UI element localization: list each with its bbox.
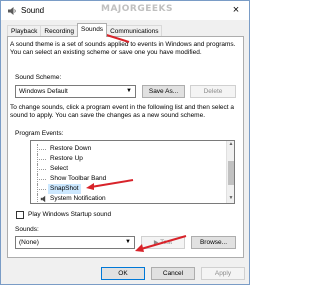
sound-scheme-label: Sound Scheme: bbox=[15, 74, 62, 81]
speaker-icon bbox=[8, 7, 16, 15]
startup-sound-label: Play Windows Startup sound bbox=[28, 211, 112, 218]
scrollbar[interactable]: ▲ ▼ bbox=[226, 141, 234, 203]
cancel-button[interactable]: Cancel bbox=[151, 267, 195, 280]
startup-sound-checkbox[interactable] bbox=[16, 211, 24, 219]
annotation-arrow-icon bbox=[86, 179, 134, 190]
list-item[interactable]: Restore Down bbox=[31, 144, 226, 154]
sound-scheme-value: Windows Default bbox=[19, 88, 68, 95]
program-events-list[interactable]: Restore Down Restore Up Select Show Tool… bbox=[30, 140, 235, 204]
sound-dialog: Sound MAJORGEEKS × Playback Recording So… bbox=[0, 0, 250, 285]
scroll-down-icon[interactable]: ▼ bbox=[227, 195, 234, 203]
ok-button[interactable]: OK bbox=[101, 267, 145, 280]
sound-scheme-select[interactable]: Windows Default ▼ bbox=[15, 85, 136, 98]
list-item[interactable]: System Notification bbox=[31, 194, 226, 203]
window-title: Sound bbox=[21, 6, 45, 15]
events-description: To change sounds, click a program event … bbox=[10, 104, 235, 119]
speaker-icon bbox=[40, 195, 46, 203]
sounds-label: Sounds: bbox=[15, 226, 39, 233]
browse-button[interactable]: Browse... bbox=[191, 236, 236, 249]
chevron-down-icon: ▼ bbox=[125, 239, 131, 245]
watermark: MAJORGEEKS bbox=[101, 4, 173, 14]
scroll-thumb[interactable] bbox=[228, 161, 234, 185]
chevron-down-icon: ▼ bbox=[126, 88, 132, 94]
list-item[interactable]: Restore Up bbox=[31, 154, 226, 164]
save-as-button[interactable]: Save As... bbox=[142, 85, 185, 98]
delete-button[interactable]: Delete bbox=[190, 85, 236, 98]
list-item[interactable]: Select bbox=[31, 164, 226, 174]
apply-button[interactable]: Apply bbox=[201, 267, 245, 280]
sound-select[interactable]: (None) ▼ bbox=[15, 236, 135, 249]
scroll-up-icon[interactable]: ▲ bbox=[227, 141, 234, 149]
close-button[interactable]: × bbox=[227, 3, 245, 18]
title-bar: Sound MAJORGEEKS × bbox=[1, 1, 249, 20]
tab-sounds[interactable]: Sounds bbox=[77, 23, 108, 37]
tab-bar: Playback Recording Sounds Communications bbox=[7, 23, 163, 37]
program-events-label: Program Events: bbox=[15, 130, 64, 137]
annotation-arrow-icon bbox=[135, 235, 187, 252]
sound-value: (None) bbox=[19, 239, 39, 246]
